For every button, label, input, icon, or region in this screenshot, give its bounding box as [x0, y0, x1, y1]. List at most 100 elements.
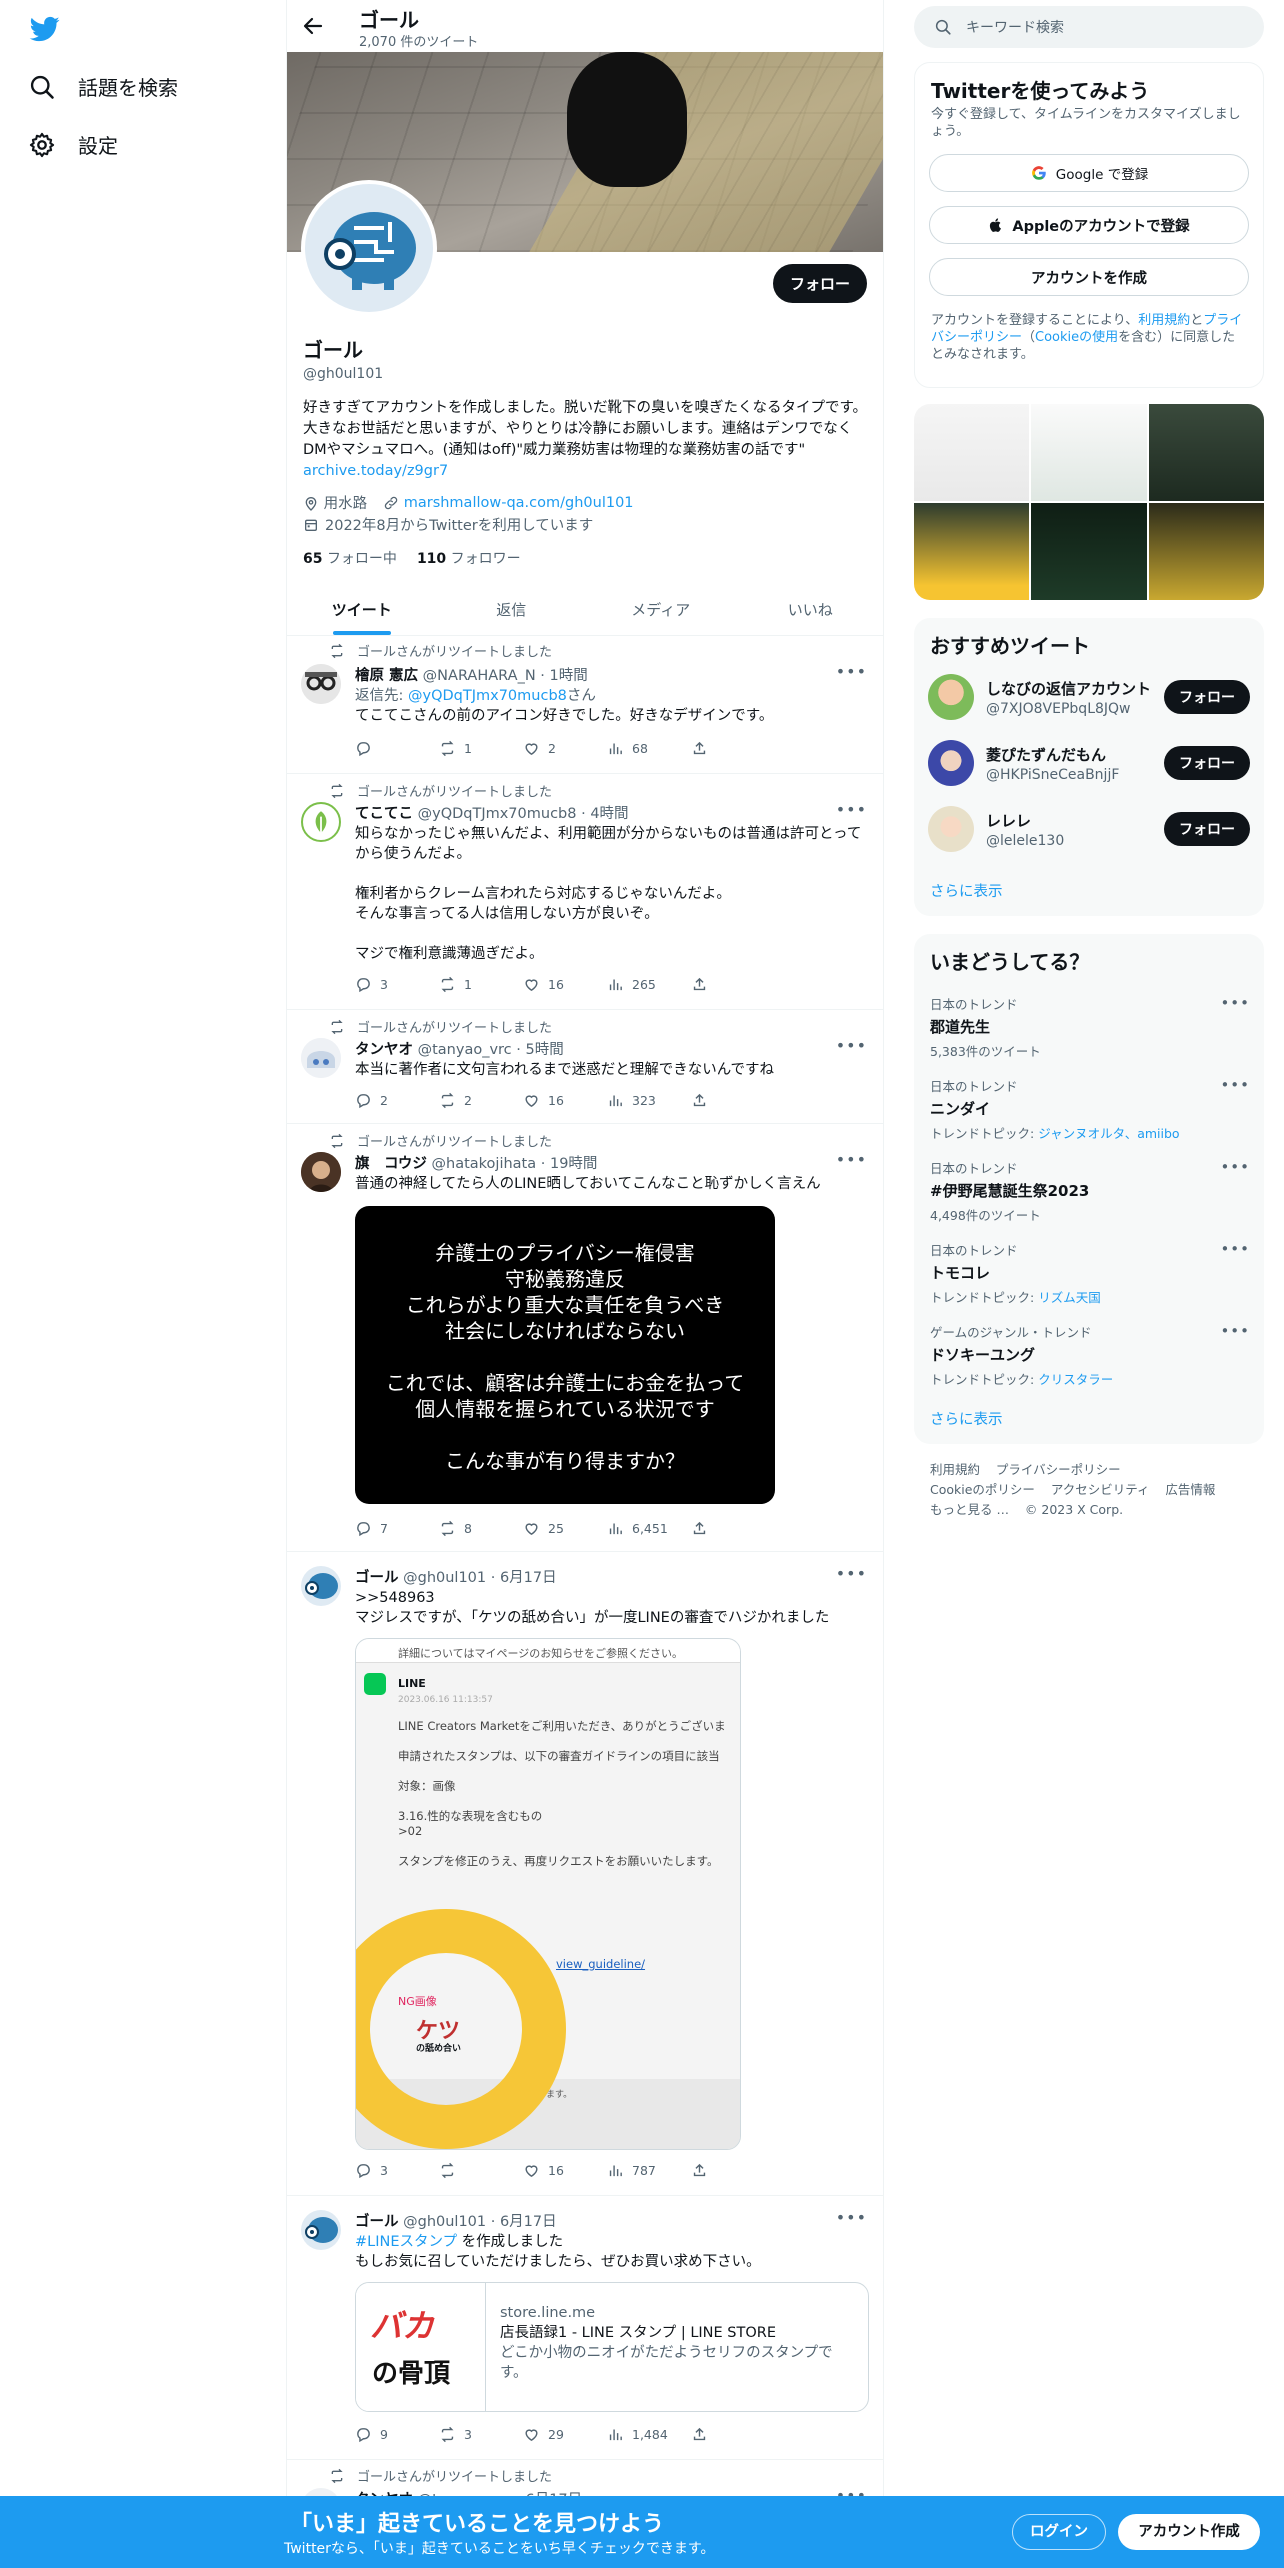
more-icon[interactable]: ••• — [836, 2208, 867, 2227]
search-box[interactable]: キーワード検索 — [914, 6, 1264, 48]
author-avatar[interactable] — [301, 1152, 341, 1192]
author-handle[interactable]: @gh0ul101 — [403, 2214, 486, 2230]
more-icon[interactable]: ••• — [836, 1150, 867, 1169]
media-thumb[interactable] — [1031, 503, 1147, 600]
hashtag-link[interactable]: #LINEスタンプ — [355, 2234, 457, 2250]
share-button[interactable] — [691, 976, 775, 993]
reply-button[interactable]: 3 — [355, 976, 439, 993]
tweet[interactable]: ゴールさんがリツイートしました 旗 コウジ @hatakojihata · 19… — [287, 1124, 883, 1552]
trend-item[interactable]: 日本のトレンド 郡道先生 5,383件のツイート ••• — [930, 994, 1250, 1060]
nav-settings[interactable]: 設定 — [28, 130, 118, 159]
recommended-user[interactable]: しなびの返信アカウント @7XJO8VEPbqL8JQw フォロー — [928, 674, 1250, 720]
media-thumb[interactable] — [914, 404, 1030, 501]
cookie-link[interactable]: Cookieの使用 — [1035, 330, 1118, 345]
trend-topic-link[interactable]: ジャンヌオルタ、amiibo — [1038, 1126, 1179, 1141]
tweet[interactable]: ゴールさんがリツイートしました 檜原 憲広 @NARAHARA_N · 1時間 … — [287, 636, 883, 774]
user-avatar[interactable] — [928, 740, 974, 786]
share-button[interactable] — [691, 2162, 775, 2179]
recommended-user[interactable]: レレレ @lelele130 フォロー — [928, 806, 1250, 852]
retweet-button[interactable]: 3 — [439, 2426, 523, 2443]
recommended-user[interactable]: 菱ぴたずんだもん @HKPiSneCeaBnjjF フォロー — [928, 740, 1250, 786]
more-icon[interactable]: ••• — [1220, 994, 1250, 1012]
trend-item[interactable]: 日本のトレンド ニンダイ トレンドトピック: ジャンヌオルタ、amiibo ••… — [930, 1076, 1250, 1142]
tweet[interactable]: ゴールさんがリツイートしました タンヤオ @tanyao_vrc · 5時間 •… — [287, 1010, 883, 1124]
views-button[interactable]: 68 — [607, 740, 691, 757]
create-account-button[interactable]: アカウントを作成 — [929, 258, 1249, 296]
retweet-button[interactable]: 2 — [439, 1092, 523, 1109]
tweet-time[interactable]: 4時間 — [590, 806, 628, 822]
retweet-button[interactable] — [439, 2162, 523, 2179]
author-name[interactable]: タンヤオ — [355, 1042, 413, 1058]
tab-replies[interactable]: 返信 — [437, 584, 587, 635]
more-icon[interactable]: ••• — [836, 662, 867, 681]
tweet-image-screenshot[interactable]: 詳細についてはマイページのお知らせをご参照ください。 LINE 2023.06.… — [355, 1638, 741, 2150]
like-button[interactable]: 16 — [523, 976, 607, 993]
views-button[interactable]: 1,484 — [607, 2426, 691, 2443]
twitter-bird-icon[interactable] — [28, 14, 62, 44]
footer-more[interactable]: もっと見る … — [930, 1502, 1009, 1517]
more-icon[interactable]: ••• — [1220, 1322, 1250, 1340]
views-button[interactable]: 787 — [607, 2162, 691, 2179]
retweet-button[interactable]: 1 — [439, 976, 523, 993]
tweet[interactable]: ゴールさんがリツイートしました てこてこ @yQDqTJmx70mucb8 · … — [287, 774, 883, 1010]
author-handle[interactable]: @hatakojihata — [432, 1156, 537, 1172]
author-name[interactable]: てこてこ — [355, 806, 413, 822]
more-icon[interactable]: ••• — [836, 1036, 867, 1055]
media-thumb[interactable] — [1148, 404, 1264, 501]
follow-button[interactable]: フォロー — [1164, 680, 1250, 714]
profile-avatar[interactable] — [301, 180, 437, 316]
more-icon[interactable]: ••• — [836, 800, 867, 819]
tweet-time[interactable]: 5時間 — [525, 1042, 563, 1058]
google-signup-button[interactable]: Google で登録 — [929, 154, 1249, 192]
terms-link[interactable]: 利用規約 — [1138, 313, 1190, 328]
like-button[interactable]: 25 — [523, 1520, 607, 1537]
media-grid[interactable] — [914, 404, 1264, 600]
user-name[interactable]: 菱ぴたずんだもん — [986, 744, 1156, 765]
footer-cookie[interactable]: Cookieのポリシー — [930, 1482, 1035, 1497]
footer-privacy[interactable]: プライバシーポリシー — [996, 1462, 1121, 1477]
tab-tweets[interactable]: ツイート — [287, 584, 437, 635]
tweet[interactable]: ゴール @gh0ul101 · 6月17日 ••• #LINEスタンプ を作成し… — [287, 2196, 883, 2460]
user-name[interactable]: しなびの返信アカウント — [986, 678, 1156, 699]
tweet-time[interactable]: 1時間 — [550, 668, 588, 684]
share-button[interactable] — [691, 2426, 775, 2443]
footer-accessibility[interactable]: アクセシビリティ — [1051, 1482, 1150, 1497]
followers-stat[interactable]: 110 フォロワー — [417, 548, 521, 568]
like-button[interactable]: 2 — [523, 740, 607, 757]
views-button[interactable]: 6,451 — [607, 1520, 691, 1537]
like-button[interactable]: 16 — [523, 1092, 607, 1109]
trend-topic-link[interactable]: リズム天国 — [1038, 1290, 1101, 1305]
share-button[interactable] — [691, 740, 775, 757]
views-button[interactable]: 265 — [607, 976, 691, 993]
author-avatar[interactable] — [301, 802, 341, 842]
following-stat[interactable]: 65 フォロー中 — [303, 548, 397, 568]
retweet-button[interactable]: 1 — [439, 740, 523, 757]
retweet-button[interactable]: 8 — [439, 1520, 523, 1537]
media-thumb[interactable] — [1148, 503, 1264, 600]
back-arrow-icon[interactable] — [301, 14, 325, 38]
tab-media[interactable]: メディア — [586, 584, 736, 635]
author-handle[interactable]: @yQDqTJmx70mucb8 — [418, 806, 577, 822]
website-link[interactable]: marshmallow-qa.com/gh0ul101 — [404, 495, 634, 511]
user-avatar[interactable] — [928, 806, 974, 852]
share-button[interactable] — [691, 1092, 775, 1109]
author-name[interactable]: 旗 コウジ — [355, 1156, 427, 1172]
tweet-image-text[interactable]: 弁護士のプライバシー権侵害 守秘義務違反 これらがより重大な責任を負うべき 社会… — [355, 1206, 775, 1504]
more-icon[interactable]: ••• — [1220, 1240, 1250, 1258]
follow-button[interactable]: フォロー — [772, 264, 867, 303]
trends-show-more[interactable]: さらに表示 — [930, 1408, 1003, 1429]
more-icon[interactable]: ••• — [1220, 1076, 1250, 1094]
more-icon[interactable]: ••• — [1220, 1158, 1250, 1176]
user-name[interactable]: レレレ — [986, 810, 1156, 831]
author-handle[interactable]: @tanyao_vrc — [418, 1042, 512, 1058]
user-avatar[interactable] — [928, 674, 974, 720]
tweet-time[interactable]: 6月17日 — [500, 2214, 557, 2230]
tab-likes[interactable]: いいね — [736, 584, 884, 635]
trend-item[interactable]: 日本のトレンド トモコレ トレンドトピック: リズム天国 ••• — [930, 1240, 1250, 1306]
bio-link[interactable]: archive.today/z9gr7 — [303, 463, 448, 479]
author-avatar[interactable] — [301, 664, 341, 704]
author-handle[interactable]: @NARAHARA_N — [423, 668, 536, 684]
reply-button[interactable]: 3 — [355, 2162, 439, 2179]
author-avatar[interactable] — [301, 2210, 341, 2250]
login-button[interactable]: ログイン — [1012, 2514, 1106, 2550]
